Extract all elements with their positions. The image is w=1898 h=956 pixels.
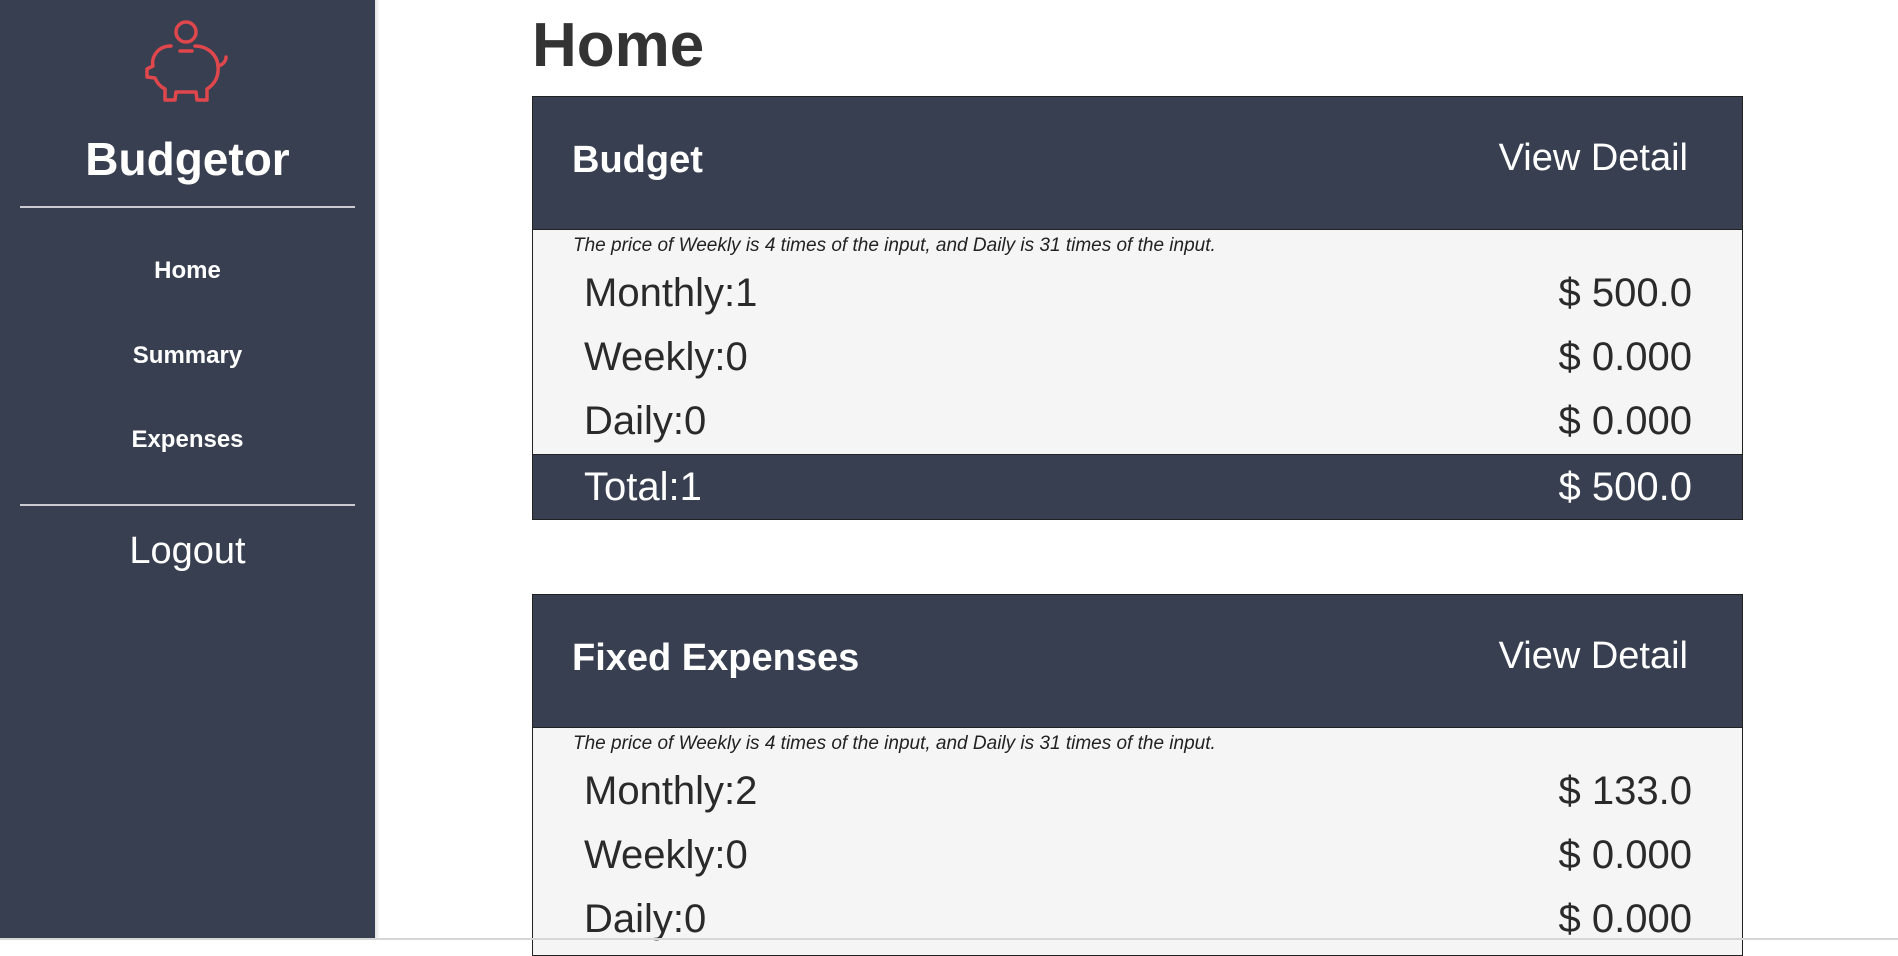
row-amount: $ 0.000: [1558, 833, 1692, 877]
total-amount: $ 500.0: [1558, 465, 1692, 509]
table-row: Monthly:1 $ 500.0: [533, 261, 1742, 325]
sidebar-item-summary[interactable]: Summary: [0, 342, 375, 370]
view-detail-link[interactable]: View Detail: [1499, 635, 1688, 678]
card-note: The price of Weekly is 4 times of the in…: [573, 235, 1216, 256]
card-header: Budget View Detail: [533, 97, 1742, 230]
table-row: Daily:0 $ 0.000: [533, 389, 1742, 453]
row-label: Daily:0: [584, 399, 707, 443]
logout-button[interactable]: Logout: [0, 530, 375, 573]
row-label: Monthly:1: [584, 271, 758, 315]
sidebar-shadow: [375, 0, 380, 940]
card-note: The price of Weekly is 4 times of the in…: [573, 733, 1216, 754]
row-label: Daily:0: [584, 897, 707, 941]
sidebar-divider-bottom: [20, 504, 355, 506]
sidebar-divider-top: [20, 206, 355, 208]
row-label: Monthly:2: [584, 769, 758, 813]
fixed-expenses-card: Fixed Expenses View Detail The price of …: [532, 594, 1743, 956]
row-amount: $ 0.000: [1558, 335, 1692, 379]
row-amount: $ 500.0: [1558, 271, 1692, 315]
card-header: Fixed Expenses View Detail: [533, 595, 1742, 728]
row-label: Weekly:0: [584, 335, 748, 379]
table-row: Weekly:0 $ 0.000: [533, 823, 1742, 887]
table-row: Monthly:2 $ 133.0: [533, 759, 1742, 823]
card-title: Budget: [572, 139, 703, 181]
row-label: Weekly:0: [584, 833, 748, 877]
row-amount: $ 133.0: [1558, 769, 1692, 813]
sidebar: Budgetor Home Summary Expenses Logout: [0, 0, 380, 940]
piggy-bank-icon: [145, 20, 228, 102]
brand-name: Budgetor: [85, 133, 290, 185]
table-row: Weekly:0 $ 0.000: [533, 325, 1742, 389]
card-title: Fixed Expenses: [572, 637, 860, 679]
total-row: Total:1 $ 500.0: [533, 454, 1742, 519]
row-amount: $ 0.000: [1558, 897, 1692, 941]
total-label: Total:1: [584, 465, 702, 509]
table-row: Daily:0 $ 0.000: [533, 887, 1742, 951]
sidebar-item-expenses[interactable]: Expenses: [0, 426, 375, 454]
row-amount: $ 0.000: [1558, 399, 1692, 443]
view-detail-link[interactable]: View Detail: [1499, 137, 1688, 180]
page-title: Home: [532, 11, 705, 80]
budget-card: Budget View Detail The price of Weekly i…: [532, 96, 1743, 520]
sidebar-item-home[interactable]: Home: [0, 257, 375, 285]
